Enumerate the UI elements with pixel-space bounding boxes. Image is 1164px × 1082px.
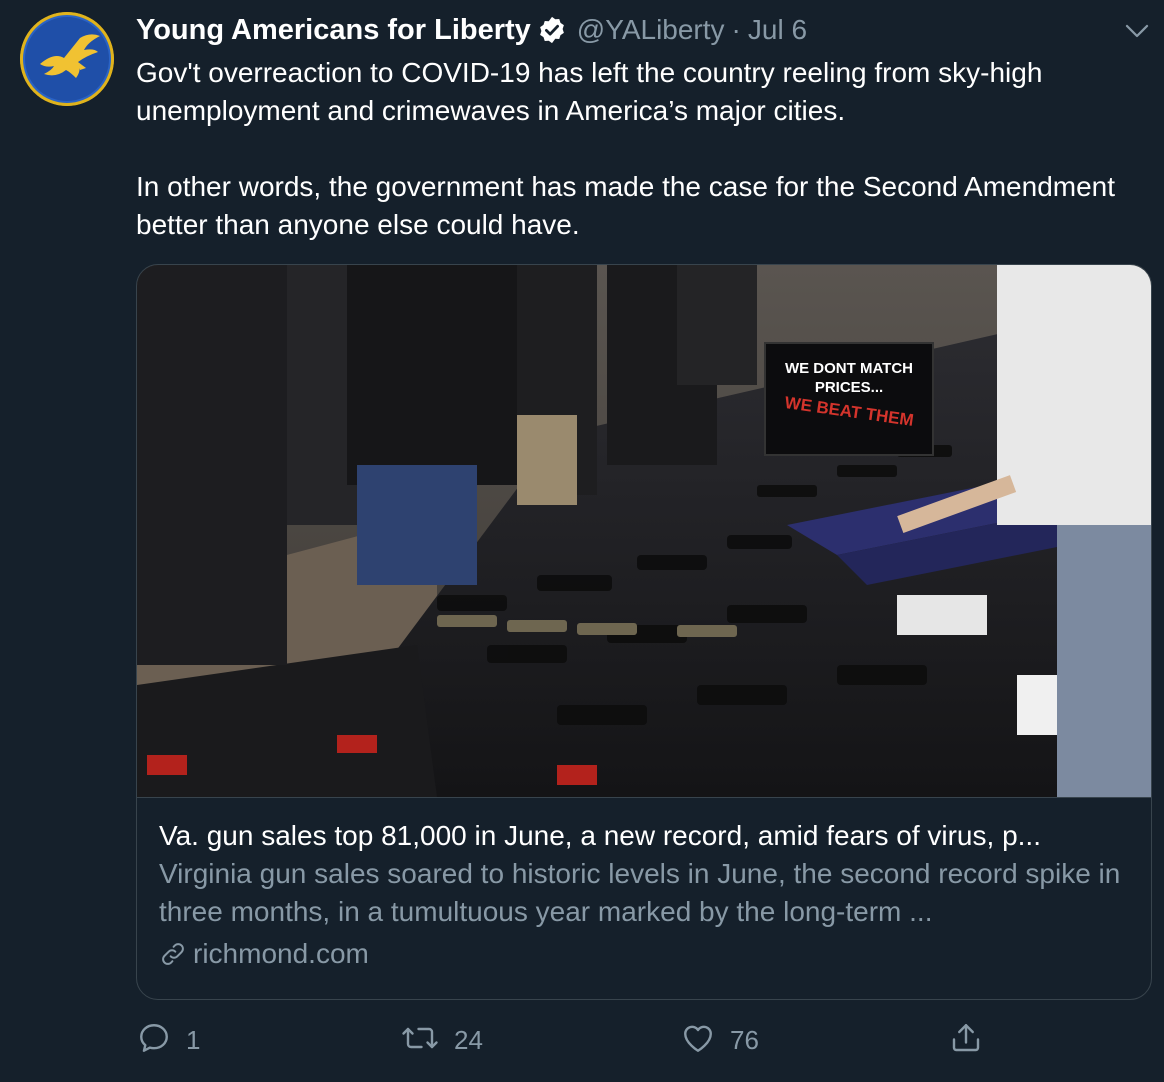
heart-icon — [680, 1020, 716, 1061]
display-name[interactable]: Young Americans for Liberty — [136, 14, 531, 47]
link-icon — [159, 940, 187, 968]
tweet-text: Gov't overreaction to COVID-19 has left … — [136, 54, 1156, 244]
tweet-date[interactable]: Jul 6 — [748, 14, 807, 46]
reply-icon — [136, 1020, 172, 1061]
card-domain: richmond.com — [159, 935, 1131, 973]
share-button[interactable] — [948, 1020, 984, 1061]
reply-button[interactable]: 1 — [136, 1020, 200, 1061]
like-button[interactable]: 76 — [680, 1020, 759, 1061]
card-title: Va. gun sales top 81,000 in June, a new … — [159, 820, 1041, 851]
link-card[interactable]: WE DONT MATCH PRICES... WE BEAT THEM Va.… — [136, 264, 1152, 1000]
tweet: Young Americans for Liberty @YALiberty ·… — [0, 0, 1164, 1082]
like-count: 76 — [730, 1025, 759, 1055]
card-domain-text: richmond.com — [193, 938, 369, 969]
reply-count: 1 — [186, 1025, 201, 1055]
avatar[interactable] — [20, 12, 114, 106]
sign-line-1: WE DONT MATCH — [785, 360, 913, 377]
card-image: WE DONT MATCH PRICES... WE BEAT THEM — [137, 265, 1151, 798]
tweet-header: Young Americans for Liberty @YALiberty ·… — [136, 10, 807, 50]
separator-dot: · — [731, 14, 741, 45]
card-description: Virginia gun sales soared to historic le… — [159, 858, 1121, 927]
sign-line-2: PRICES... — [815, 379, 883, 396]
retweet-icon — [400, 1020, 440, 1061]
handle[interactable]: @YALiberty — [577, 14, 725, 46]
tweet-paragraph: Gov't overreaction to COVID-19 has left … — [136, 57, 1043, 126]
retweet-count: 24 — [454, 1025, 483, 1055]
price-sign: WE DONT MATCH PRICES... WE BEAT THEM — [764, 342, 934, 456]
retweet-button[interactable]: 24 — [400, 1020, 483, 1061]
action-bar: 1 24 76 — [136, 1020, 1156, 1064]
tweet-paragraph: In other words, the government has made … — [136, 171, 1116, 240]
eagle-logo — [20, 12, 114, 106]
chevron-down-icon[interactable] — [1122, 16, 1152, 46]
share-icon — [948, 1020, 984, 1061]
verified-badge-icon — [537, 15, 567, 45]
card-info: Va. gun sales top 81,000 in June, a new … — [159, 817, 1131, 973]
gun-show-photo: WE DONT MATCH PRICES... WE BEAT THEM — [137, 265, 1151, 797]
